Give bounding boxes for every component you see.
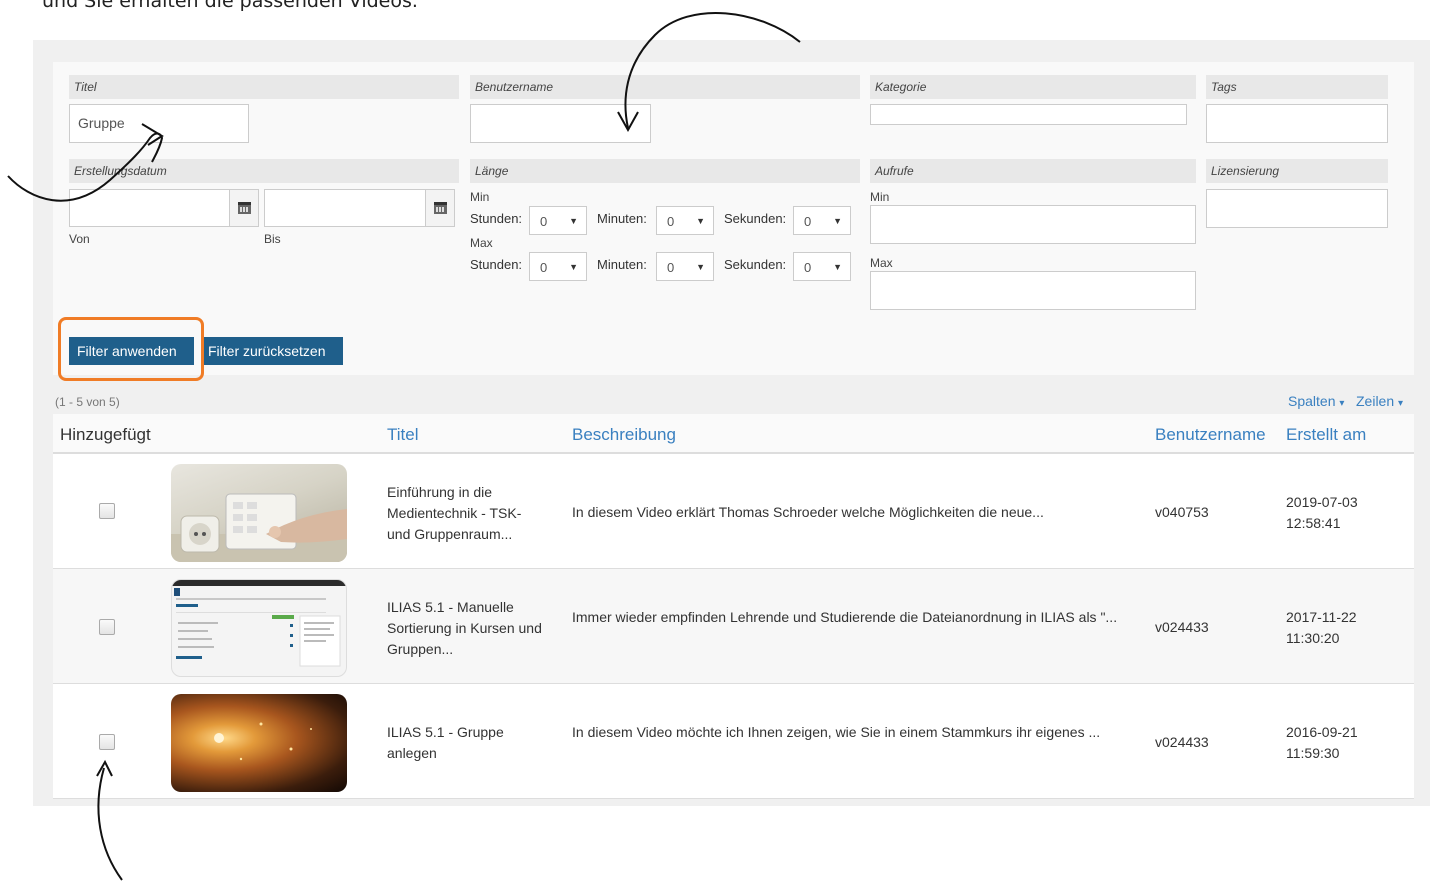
row-title[interactable]: ILIAS 5.1 - Gruppe anlegen <box>387 722 547 764</box>
row-checkbox[interactable] <box>99 503 115 519</box>
header-username[interactable]: Benutzername <box>1155 425 1266 445</box>
row-date: 2016-09-21 <box>1286 724 1358 740</box>
row-time: 11:30:20 <box>1286 630 1340 646</box>
intro-text: und Sie erhalten die passenden Videos. <box>42 0 418 12</box>
min-seconds-select[interactable]: 0 ▼ <box>793 206 851 235</box>
columns-menu[interactable]: Spalten ▾ <box>1288 393 1344 409</box>
table-header: Hinzugefügt Titel Beschreibung Benutzern… <box>53 414 1414 454</box>
thumbnail-image <box>172 580 346 667</box>
calendar-icon <box>434 202 447 214</box>
table-row: ILIAS 5.1 - Gruppe anlegen In diesem Vid… <box>53 684 1414 799</box>
length-min-label: Min <box>470 190 490 204</box>
length-label: Länge <box>470 159 860 183</box>
row-time: 12:58:41 <box>1286 515 1341 531</box>
row-description: In diesem Video erklärt Thomas Schroeder… <box>572 504 1044 520</box>
views-min-label: Min <box>870 190 890 204</box>
title-input[interactable]: Gruppe <box>69 104 249 143</box>
username-input[interactable] <box>470 104 651 143</box>
min-hours-label: Stunden: <box>470 211 523 226</box>
created-label: Erstellungsdatum <box>69 159 459 183</box>
date-from-input[interactable] <box>69 189 231 227</box>
caret-down-icon: ▾ <box>1398 398 1404 409</box>
username-label: Benutzername <box>470 75 860 99</box>
max-minutes-label: Minuten: <box>597 257 647 272</box>
max-hours-value: 0 <box>540 260 548 275</box>
max-seconds-value: 0 <box>804 260 812 275</box>
to-label: Bis <box>264 232 281 246</box>
highlight-box <box>58 317 204 381</box>
category-label: Kategorie <box>870 75 1196 99</box>
reset-filter-button[interactable]: Filter zurücksetzen <box>203 337 343 365</box>
min-minutes-value: 0 <box>667 214 675 229</box>
min-minutes-label: Minuten: <box>597 211 647 226</box>
row-date: 2017-11-22 <box>1286 609 1357 625</box>
from-label: Von <box>69 232 90 246</box>
views-max-input[interactable] <box>870 271 1196 310</box>
length-max-label: Max <box>470 236 493 250</box>
license-input[interactable] <box>1206 189 1388 228</box>
min-seconds-label: Sekunden: <box>724 211 787 226</box>
min-hours-select[interactable]: 0 ▼ <box>529 206 587 235</box>
header-description[interactable]: Beschreibung <box>572 425 676 445</box>
row-time: 11:59:30 <box>1286 745 1340 761</box>
row-username: v024433 <box>1155 619 1209 635</box>
views-min-input[interactable] <box>870 205 1196 244</box>
video-thumbnail[interactable] <box>171 464 347 562</box>
row-title[interactable]: ILIAS 5.1 - Manuelle Sortierung in Kurse… <box>387 597 547 660</box>
row-description: Immer wieder empfinden Lehrende und Stud… <box>572 609 1118 625</box>
video-thumbnail[interactable] <box>171 579 347 677</box>
row-date: 2019-07-03 <box>1286 494 1358 510</box>
thumbnail-image <box>171 493 347 562</box>
date-to-calendar-button[interactable] <box>425 189 455 227</box>
tags-label: Tags <box>1206 75 1388 99</box>
views-label: Aufrufe <box>870 159 1196 183</box>
row-username: v040753 <box>1155 504 1209 520</box>
row-checkbox[interactable] <box>99 619 115 635</box>
table-row: Einführung in die Medientechnik - TSK- u… <box>53 454 1414 569</box>
category-select[interactable] <box>870 104 1187 125</box>
title-label: Titel <box>69 75 459 99</box>
header-title[interactable]: Titel <box>387 425 419 445</box>
caret-down-icon: ▼ <box>833 262 842 272</box>
min-hours-value: 0 <box>540 214 548 229</box>
caret-down-icon: ▼ <box>833 216 842 226</box>
caret-down-icon: ▼ <box>569 216 578 226</box>
row-username: v024433 <box>1155 734 1209 750</box>
video-thumbnail[interactable] <box>171 694 347 792</box>
rows-menu[interactable]: Zeilen ▾ <box>1356 393 1403 409</box>
max-seconds-select[interactable]: 0 ▼ <box>793 252 851 281</box>
columns-label: Spalten <box>1288 393 1336 409</box>
min-seconds-value: 0 <box>804 214 812 229</box>
caret-down-icon: ▼ <box>696 216 705 226</box>
result-count: (1 - 5 von 5) <box>55 395 120 409</box>
thumbnail-image <box>214 722 312 761</box>
max-hours-label: Stunden: <box>470 257 523 272</box>
max-minutes-value: 0 <box>667 260 675 275</box>
calendar-icon <box>238 202 251 214</box>
header-created[interactable]: Erstellt am <box>1286 425 1366 445</box>
header-added: Hinzugefügt <box>60 425 151 444</box>
row-checkbox[interactable] <box>99 734 115 750</box>
table-row: ILIAS 5.1 - Manuelle Sortierung in Kurse… <box>53 569 1414 684</box>
row-description: In diesem Video möchte ich Ihnen zeigen,… <box>572 724 1101 740</box>
tags-input[interactable] <box>1206 104 1388 143</box>
rows-label: Zeilen <box>1356 393 1395 409</box>
max-hours-select[interactable]: 0 ▼ <box>529 252 587 281</box>
max-seconds-label: Sekunden: <box>724 257 787 272</box>
caret-down-icon: ▼ <box>696 262 705 272</box>
date-to-input[interactable] <box>264 189 426 227</box>
max-minutes-select[interactable]: 0 ▼ <box>656 252 714 281</box>
views-max-label: Max <box>870 256 893 270</box>
row-title[interactable]: Einführung in die Medientechnik - TSK- u… <box>387 482 547 545</box>
date-from-calendar-button[interactable] <box>229 189 259 227</box>
caret-down-icon: ▾ <box>1339 398 1345 409</box>
caret-down-icon: ▼ <box>569 262 578 272</box>
min-minutes-select[interactable]: 0 ▼ <box>656 206 714 235</box>
license-label: Lizensierung <box>1206 159 1388 183</box>
